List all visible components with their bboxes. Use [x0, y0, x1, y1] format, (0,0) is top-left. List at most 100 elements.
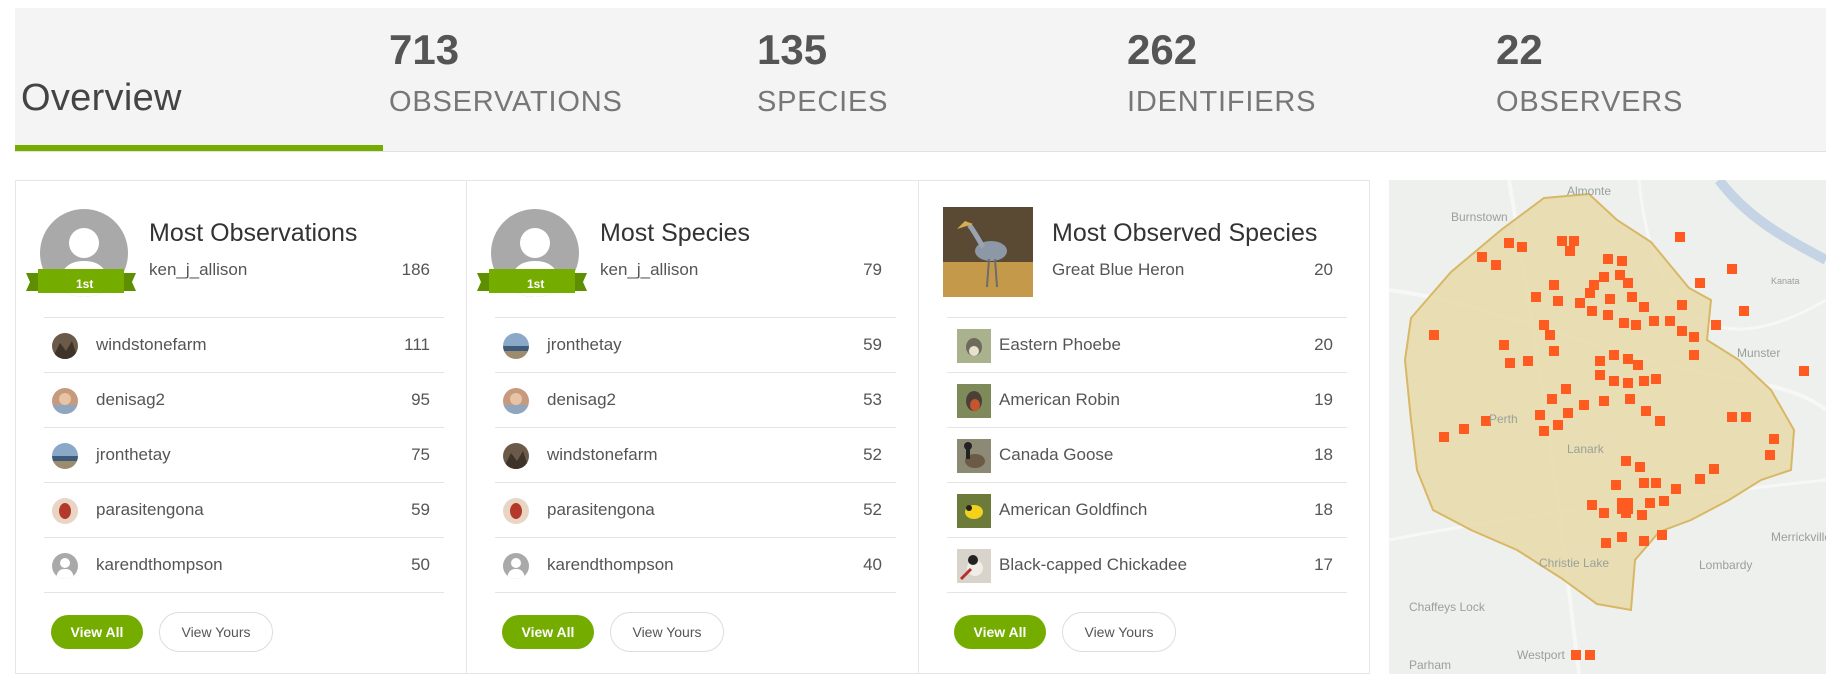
- observation-cell[interactable]: [1711, 320, 1721, 330]
- view-all-button[interactable]: View All: [51, 615, 143, 649]
- observation-cell[interactable]: [1531, 292, 1541, 302]
- user-name-link[interactable]: denisag2: [547, 390, 616, 410]
- list-item[interactable]: American Goldfinch 18: [947, 483, 1347, 538]
- observation-cell[interactable]: [1677, 300, 1687, 310]
- tab-observers[interactable]: 22 OBSERVERS: [1496, 8, 1826, 151]
- list-item[interactable]: windstonefarm 52: [495, 428, 896, 483]
- observation-cell[interactable]: [1599, 508, 1609, 518]
- leader-species-link[interactable]: Great Blue Heron: [1052, 260, 1184, 280]
- observation-cell[interactable]: [1547, 394, 1557, 404]
- observation-cell[interactable]: [1727, 412, 1737, 422]
- user-name-link[interactable]: parasitengona: [547, 500, 655, 520]
- observation-cell[interactable]: [1741, 412, 1751, 422]
- observation-cell[interactable]: [1677, 326, 1687, 336]
- species-name-link[interactable]: Black-capped Chickadee: [999, 555, 1187, 575]
- observation-cell[interactable]: [1595, 370, 1605, 380]
- observation-cell[interactable]: [1633, 360, 1643, 370]
- observation-cell[interactable]: [1739, 306, 1749, 316]
- observation-cell[interactable]: [1675, 232, 1685, 242]
- view-yours-button[interactable]: View Yours: [159, 612, 273, 652]
- species-name-link[interactable]: American Robin: [999, 390, 1120, 410]
- observation-cell[interactable]: [1689, 350, 1699, 360]
- observation-cell[interactable]: [1491, 260, 1501, 270]
- list-item[interactable]: denisag2 53: [495, 373, 896, 428]
- observation-cell[interactable]: [1627, 292, 1637, 302]
- observation-cell[interactable]: [1605, 294, 1615, 304]
- observation-cell[interactable]: [1659, 496, 1669, 506]
- observation-cell[interactable]: [1639, 376, 1649, 386]
- observation-cell[interactable]: [1579, 400, 1589, 410]
- observation-cell[interactable]: [1569, 236, 1579, 246]
- observation-cell[interactable]: [1631, 320, 1641, 330]
- observation-cell[interactable]: [1609, 376, 1619, 386]
- observation-cell[interactable]: [1609, 350, 1619, 360]
- species-name-link[interactable]: Eastern Phoebe: [999, 335, 1121, 355]
- observation-cell[interactable]: [1689, 332, 1699, 342]
- observation-cell[interactable]: [1769, 434, 1779, 444]
- view-yours-button[interactable]: View Yours: [610, 612, 724, 652]
- user-name-link[interactable]: karendthompson: [547, 555, 674, 575]
- tab-overview[interactable]: Overview: [15, 8, 383, 151]
- observation-cell[interactable]: [1523, 356, 1533, 366]
- observation-cell[interactable]: [1539, 320, 1549, 330]
- tab-observations[interactable]: 713 OBSERVATIONS: [389, 8, 729, 151]
- user-name-link[interactable]: denisag2: [96, 390, 165, 410]
- list-item[interactable]: Black-capped Chickadee 17: [947, 538, 1347, 593]
- observation-cell[interactable]: [1601, 538, 1611, 548]
- observation-cell[interactable]: [1587, 306, 1597, 316]
- user-name-link[interactable]: jronthetay: [96, 445, 171, 465]
- observation-cell[interactable]: [1549, 346, 1559, 356]
- user-name-link[interactable]: jronthetay: [547, 335, 622, 355]
- observation-cell[interactable]: [1623, 354, 1633, 364]
- observation-cell[interactable]: [1429, 330, 1439, 340]
- observation-cell[interactable]: [1535, 410, 1545, 420]
- tab-species[interactable]: 135 SPECIES: [757, 8, 1097, 151]
- view-yours-button[interactable]: View Yours: [1062, 612, 1176, 652]
- observation-cell[interactable]: [1671, 484, 1681, 494]
- list-item[interactable]: parasitengona 52: [495, 483, 896, 538]
- observation-cell[interactable]: [1639, 478, 1649, 488]
- tab-identifiers[interactable]: 262 IDENTIFIERS: [1127, 8, 1467, 151]
- observation-cell[interactable]: [1585, 288, 1595, 298]
- observation-cell[interactable]: [1459, 424, 1469, 434]
- observation-cell[interactable]: [1617, 256, 1627, 266]
- observation-cell[interactable]: [1635, 462, 1645, 472]
- observations-map[interactable]: Almonte Burnstown Kanata Munster Lanark …: [1389, 180, 1826, 674]
- observation-cell[interactable]: [1439, 432, 1449, 442]
- user-name-link[interactable]: karendthompson: [96, 555, 223, 575]
- observation-cell[interactable]: [1639, 302, 1649, 312]
- observation-cell[interactable]: [1665, 316, 1675, 326]
- observation-cell[interactable]: [1657, 530, 1667, 540]
- observation-cell[interactable]: [1621, 456, 1631, 466]
- observation-cell[interactable]: [1799, 366, 1809, 376]
- observation-cell[interactable]: [1645, 498, 1655, 508]
- list-item[interactable]: Canada Goose 18: [947, 428, 1347, 483]
- observation-cell[interactable]: [1641, 406, 1651, 416]
- observation-cell[interactable]: [1727, 264, 1737, 274]
- observation-cell[interactable]: [1517, 242, 1527, 252]
- observation-cell[interactable]: [1499, 340, 1509, 350]
- list-item[interactable]: parasitengona 59: [44, 483, 444, 538]
- user-name-link[interactable]: parasitengona: [96, 500, 204, 520]
- observation-cell[interactable]: [1587, 500, 1597, 510]
- observation-cell[interactable]: [1625, 394, 1635, 404]
- observation-cell[interactable]: [1617, 498, 1633, 514]
- species-name-link[interactable]: American Goldfinch: [999, 500, 1147, 520]
- list-item[interactable]: jronthetay 75: [44, 428, 444, 483]
- observation-cell[interactable]: [1603, 310, 1613, 320]
- observation-cell[interactable]: [1504, 238, 1514, 248]
- leader-name-link[interactable]: ken_j_allison: [149, 260, 247, 280]
- list-item[interactable]: karendthompson 50: [44, 538, 444, 593]
- observation-cell[interactable]: [1709, 464, 1719, 474]
- observation-cell[interactable]: [1557, 236, 1567, 246]
- observation-cell[interactable]: [1619, 318, 1629, 328]
- view-all-button[interactable]: View All: [502, 615, 594, 649]
- observation-cell[interactable]: [1595, 356, 1605, 366]
- observation-cell[interactable]: [1585, 650, 1595, 660]
- list-item[interactable]: denisag2 95: [44, 373, 444, 428]
- observation-cell[interactable]: [1539, 426, 1549, 436]
- observation-cell[interactable]: [1623, 278, 1633, 288]
- list-item[interactable]: Eastern Phoebe 20: [947, 318, 1347, 373]
- user-name-link[interactable]: windstonefarm: [96, 335, 207, 355]
- observation-cell[interactable]: [1565, 246, 1575, 256]
